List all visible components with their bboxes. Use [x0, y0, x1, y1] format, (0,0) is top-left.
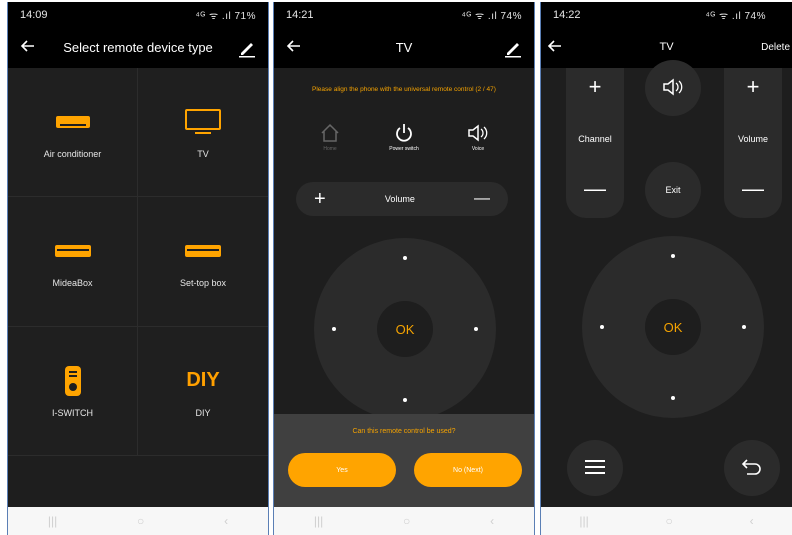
screen-tv-remote: 14:22 ⁴ᴳ ᯤ .ıl 74% TV Delete + Channel —…	[540, 2, 792, 535]
power-icon	[393, 120, 415, 146]
midea-box-icon	[54, 234, 91, 268]
recent-apps-icon[interactable]: |||	[314, 514, 323, 528]
volume-down-button[interactable]: —	[724, 176, 782, 202]
device-label: Air conditioner	[43, 149, 102, 160]
confirm-panel: Can this remote control be used? Yes No …	[274, 414, 534, 507]
air-conditioner-icon	[55, 105, 90, 139]
status-time: 14:21	[286, 9, 314, 21]
device-label: MideaBox	[52, 278, 93, 289]
no-next-button[interactable]: No (Next)	[414, 453, 522, 487]
page-title: TV	[395, 40, 413, 55]
power-label: Power switch	[389, 146, 419, 152]
device-label: Set-top box	[179, 278, 227, 289]
speaker-icon	[661, 76, 685, 100]
direction-pad: OK	[582, 236, 764, 418]
volume-down-button[interactable]: —	[474, 190, 490, 208]
status-time: 14:09	[20, 9, 48, 21]
device-grid: Air conditioner TV MideaBox Set-top box …	[8, 68, 268, 456]
home-nav-icon[interactable]: ○	[666, 514, 673, 528]
top-buttons: Home Power switch Voice	[300, 120, 508, 152]
home-button[interactable]: Home	[300, 120, 360, 152]
dpad-down[interactable]	[671, 396, 675, 400]
return-button[interactable]	[724, 440, 780, 496]
volume-up-button[interactable]: +	[314, 188, 326, 211]
status-time: 14:22	[553, 9, 581, 21]
device-air-conditioner[interactable]: Air conditioner	[8, 68, 138, 198]
device-label: I-SWITCH	[52, 407, 93, 418]
dpad-up[interactable]	[403, 256, 407, 260]
diy-icon: DIY	[186, 369, 220, 392]
status-indicators: ⁴ᴳ ᯤ .ıl 74%	[461, 11, 522, 22]
system-nav-bar: ||| ○ ‹	[541, 507, 792, 535]
status-indicators: ⁴ᴳ ᯤ .ıl 74%	[705, 11, 766, 22]
volume-rocker: + Volume —	[724, 68, 782, 218]
exit-button[interactable]: Exit	[645, 162, 701, 218]
yes-button[interactable]: Yes	[288, 453, 396, 487]
device-diy[interactable]: DIY DIY	[138, 326, 268, 456]
channel-rocker: + Channel —	[566, 68, 624, 218]
device-mideabox[interactable]: MideaBox	[8, 197, 138, 327]
direction-pad: OK	[314, 238, 496, 420]
speaker-icon	[466, 120, 490, 146]
status-bar: 14:09 ⁴ᴳ ᯤ .ıl 71%	[8, 2, 268, 28]
status-indicators: ⁴ᴳ ᯤ .ıl 71%	[195, 11, 256, 22]
device-i-switch[interactable]: I-SWITCH	[8, 326, 138, 456]
screen-select-device: 14:09 ⁴ᴳ ᯤ .ıl 71% Select remote device …	[7, 2, 269, 535]
page-title: Select remote device type	[63, 40, 213, 55]
back-nav-icon[interactable]: ‹	[490, 514, 494, 528]
ok-button[interactable]: OK	[645, 299, 701, 355]
menu-icon	[585, 459, 605, 477]
app-bar: TV	[274, 28, 534, 68]
confirm-question: Can this remote control be used?	[352, 428, 456, 435]
back-nav-icon[interactable]: ‹	[750, 514, 754, 528]
home-label: Home	[323, 146, 337, 152]
system-nav-bar: ||| ○ ‹	[8, 507, 268, 535]
device-tv[interactable]: TV	[138, 68, 268, 198]
home-nav-icon[interactable]: ○	[403, 514, 410, 528]
voice-label: Voice	[471, 146, 485, 152]
status-bar: 14:21 ⁴ᴳ ᯤ .ıl 74%	[274, 2, 534, 28]
back-nav-icon[interactable]: ‹	[224, 514, 228, 528]
edit-pencil-icon[interactable]	[502, 37, 524, 59]
dpad-right[interactable]	[742, 325, 746, 329]
page-title: TV	[659, 41, 674, 53]
home-nav-icon[interactable]: ○	[137, 514, 144, 528]
dpad-up[interactable]	[671, 254, 675, 258]
edit-pencil-icon[interactable]	[236, 37, 258, 59]
dpad-left[interactable]	[600, 325, 604, 329]
home-icon	[319, 120, 341, 146]
system-nav-bar: ||| ○ ‹	[274, 507, 534, 535]
tv-icon	[185, 105, 221, 139]
channel-down-button[interactable]: —	[566, 176, 624, 202]
channel-label: Channel	[578, 134, 612, 144]
remote-icon	[64, 364, 82, 398]
return-icon	[741, 458, 763, 478]
device-label: TV	[197, 149, 209, 160]
volume-label: Volume	[384, 194, 415, 204]
volume-label: Volume	[737, 134, 769, 144]
dpad-left[interactable]	[332, 327, 336, 331]
app-bar: Select remote device type	[8, 28, 268, 68]
mute-button[interactable]	[645, 60, 701, 116]
set-top-box-icon	[185, 234, 221, 268]
device-label: DIY	[195, 407, 211, 418]
align-prompt: Please align the phone with the universa…	[312, 86, 496, 93]
menu-button[interactable]	[567, 440, 623, 496]
voice-button[interactable]: Voice	[448, 120, 508, 152]
power-button[interactable]: Power switch	[374, 120, 434, 152]
dpad-down[interactable]	[403, 398, 407, 402]
recent-apps-icon[interactable]: |||	[48, 514, 57, 528]
status-bar: 14:22 ⁴ᴳ ᯤ .ıl 74%	[541, 2, 792, 28]
volume-rocker: + Volume —	[296, 182, 508, 216]
delete-button[interactable]: Delete	[761, 42, 790, 53]
ok-button[interactable]: OK	[377, 301, 433, 357]
screen-tv-pairing: 14:21 ⁴ᴳ ᯤ .ıl 74% TV Please align the p…	[273, 2, 535, 535]
device-set-top-box[interactable]: Set-top box	[138, 197, 268, 327]
volume-up-button[interactable]: +	[724, 74, 782, 100]
dpad-right[interactable]	[474, 327, 478, 331]
channel-up-button[interactable]: +	[566, 74, 624, 100]
recent-apps-icon[interactable]: |||	[579, 514, 588, 528]
